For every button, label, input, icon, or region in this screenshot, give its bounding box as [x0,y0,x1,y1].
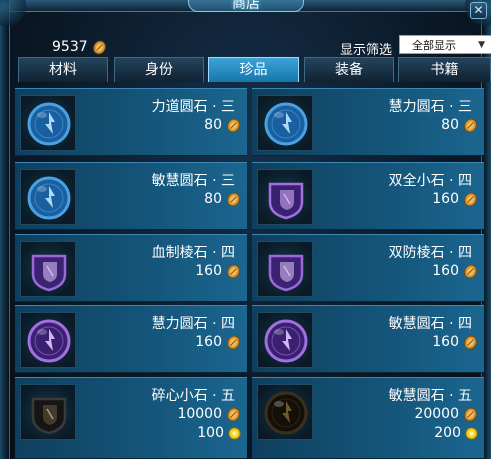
item-grid: 力道圆石 · 三 80 慧力圆石 · 三 80 敏慧圆石 · 三 80 双全小石… [15,88,491,459]
item-price-value: 160 [432,263,459,279]
item-name: 双防棱石 · 四 [388,245,472,261]
coin-icon [464,192,477,206]
item-price: 20000 [414,405,478,423]
chevron-down-icon[interactable]: ▼ [478,36,485,55]
blue-round-gem-icon [264,102,308,146]
shop-item[interactable]: 敏慧圆石 · 三 80 [15,162,247,230]
item-price: 80 [204,190,241,208]
item-price: 160 [195,333,241,351]
item-price: 10000 [177,405,241,423]
coin-icon [227,335,240,349]
item-price-value: 160 [195,263,222,279]
item-price-value: 160 [432,334,459,350]
filter-select[interactable]: 全部显示 ▼ [399,35,491,54]
blue-round-gem-icon [27,102,71,146]
window-title: 商店 [188,0,304,12]
item-gold-value: 100 [197,425,224,441]
item-icon-slot[interactable] [257,312,313,368]
shop-window: 商店 ✕ 9537 显示筛选 全部显示 ▼ 材料 身份 珍品 装备 书籍 力道圆… [0,0,491,459]
tab-books[interactable]: 书籍 [398,57,491,82]
coin-icon [464,407,477,421]
item-gold-price: 100 [197,425,241,441]
item-price-value: 20000 [414,406,459,422]
coin-icon [464,335,477,349]
item-price-value: 160 [195,334,222,350]
shop-item[interactable]: 敏慧圆石 · 四 160 [252,305,484,373]
item-price-value: 80 [204,117,222,133]
purple-round-gem-icon [27,319,71,363]
currency-value: 9537 [52,39,88,55]
coin-icon [92,40,106,54]
item-icon-slot[interactable] [257,169,313,225]
item-price-value: 80 [441,117,459,133]
purple-prism-stone-icon [268,254,304,292]
coin-icon [227,264,240,278]
item-name: 敏慧圆石 · 三 [151,173,235,189]
item-price: 80 [204,116,241,134]
item-name: 双全小石 · 四 [388,173,472,189]
coin-icon [464,264,477,278]
item-name: 碎心小石 · 五 [151,388,235,404]
item-name: 力道圆石 · 三 [151,99,235,115]
purple-round-gem-icon [264,319,308,363]
item-name: 慧力圆石 · 三 [388,99,472,115]
gold-coin-icon [465,426,478,440]
tab-identity[interactable]: 身份 [114,57,204,82]
shop-item[interactable]: 慧力圆石 · 四 160 [15,305,247,373]
dark-small-stone-icon [31,397,67,435]
coin-icon [227,407,240,421]
item-name: 血制棱石 · 四 [151,245,235,261]
category-tabs: 材料 身份 珍品 装备 书籍 [18,57,491,82]
item-price-value: 10000 [177,406,222,422]
shop-item[interactable]: 碎心小石 · 五 10000 100 [15,377,247,459]
purple-small-stone-icon [268,182,304,220]
blue-round-gem-icon [27,176,71,220]
item-icon-slot[interactable] [257,95,313,151]
item-gold-value: 200 [434,425,461,441]
item-icon-slot[interactable] [20,95,76,151]
shop-item[interactable]: 慧力圆石 · 三 80 [252,88,484,156]
tab-materials[interactable]: 材料 [18,57,108,82]
item-icon-slot[interactable] [257,384,313,440]
item-gold-price: 200 [434,425,478,441]
item-price: 160 [432,262,478,280]
item-name: 慧力圆石 · 四 [151,316,235,332]
item-icon-slot[interactable] [20,241,76,297]
item-icon-slot[interactable] [20,384,76,440]
shop-item[interactable]: 血制棱石 · 四 160 [15,234,247,302]
item-icon-slot[interactable] [20,312,76,368]
item-price: 160 [432,333,478,351]
shop-item[interactable]: 双全小石 · 四 160 [252,162,484,230]
item-price: 160 [195,262,241,280]
coin-icon [227,192,240,206]
shop-item[interactable]: 敏慧圆石 · 五 20000 200 [252,377,484,459]
window-frame-left [0,0,10,459]
purple-prism-stone-icon [31,254,67,292]
coin-icon [227,118,240,132]
coin-icon [464,118,477,132]
shop-item[interactable]: 力道圆石 · 三 80 [15,88,247,156]
shop-item[interactable]: 双防棱石 · 四 160 [252,234,484,302]
gold-coin-icon [228,426,241,440]
dark-round-gem-icon [264,391,308,435]
close-icon[interactable]: ✕ [473,3,483,17]
item-icon-slot[interactable] [20,169,76,225]
item-price-value: 80 [204,191,222,207]
item-price: 160 [432,190,478,208]
close-button[interactable]: ✕ [470,2,487,19]
filter-label: 显示筛选 [340,43,393,58]
item-price: 80 [441,116,478,134]
item-name: 敏慧圆石 · 四 [388,316,472,332]
corner-ornament [0,0,26,26]
item-icon-slot[interactable] [257,241,313,297]
item-name: 敏慧圆石 · 五 [388,388,472,404]
currency-display: 9537 [52,39,107,55]
tab-equipment[interactable]: 装备 [304,57,394,82]
filter-selected-value[interactable]: 全部显示 [412,39,456,52]
tab-treasures[interactable]: 珍品 [208,57,299,82]
item-price-value: 160 [432,191,459,207]
